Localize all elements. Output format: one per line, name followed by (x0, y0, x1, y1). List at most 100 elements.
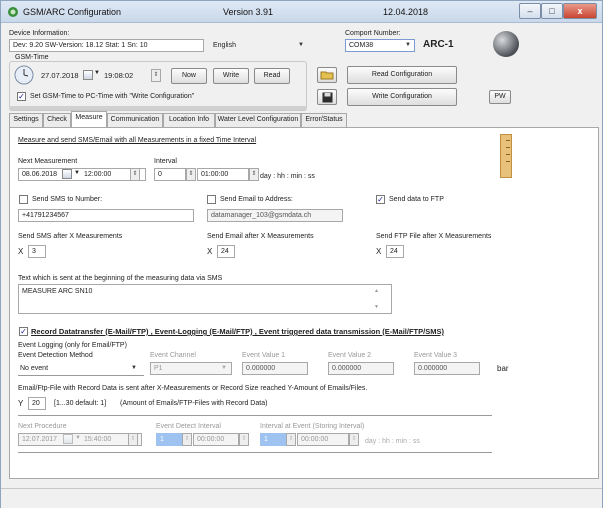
send-email-checkbox[interactable] (207, 195, 216, 204)
record-divider (18, 415, 492, 416)
tab-communication[interactable]: Communication (107, 113, 163, 127)
spin-arrows-icon[interactable]: ⇕ (128, 433, 138, 446)
bottom-divider (18, 452, 492, 453)
detect-interval-label: Event Detect Interval (156, 423, 221, 430)
write-configuration-button[interactable]: Write Configuration (347, 88, 457, 106)
email-after-field[interactable]: 24 (217, 245, 235, 258)
scroll-down-icon[interactable]: ▼ (374, 304, 379, 310)
event-logging-label: Event Logging (only for Email/FTP) (18, 342, 127, 349)
tab-location-info[interactable]: Location Info (163, 113, 215, 127)
interval-unit-label: day : hh : min : ss (260, 173, 315, 180)
spin-arrows-icon[interactable]: ⇕ (151, 69, 161, 82)
next-procedure-date: 12.07.2017 (22, 436, 58, 443)
calendar-icon[interactable] (83, 70, 93, 80)
tab-measure[interactable]: Measure (71, 111, 107, 127)
spin-arrows-icon[interactable]: ⇕ (239, 433, 249, 446)
floppy-save-icon (322, 92, 332, 103)
tab-check[interactable]: Check (43, 113, 71, 127)
close-button[interactable]: x (563, 3, 597, 19)
chevron-down-icon[interactable]: ▼ (94, 70, 100, 76)
comport-select[interactable]: COM38 ▼ (345, 39, 415, 52)
y-symbol: Y (18, 399, 24, 408)
device-info-field: Dev: 9.20 SW-Version: 18.12 Stat: 1 Sn: … (9, 39, 204, 52)
spin-arrows-icon[interactable]: ⇕ (130, 168, 140, 181)
record-heading-text: Record Datatransfer (E-Mail/FTP) , Event… (31, 327, 444, 336)
next-procedure-time[interactable]: 15:40:00 (84, 436, 111, 443)
sms-text-value: MEASURE ARC SN10 (22, 288, 93, 295)
device-info-label: Device Information: (9, 30, 70, 37)
storing-unit-label: day : hh : min : ss (365, 438, 420, 445)
event-value1-field[interactable]: 0.000000 (242, 362, 308, 375)
event-channel-select[interactable]: P1 ▼ (150, 362, 232, 375)
ftp-after-field[interactable]: 24 (386, 245, 404, 258)
now-button[interactable]: Now (171, 68, 207, 84)
password-button[interactable]: PW (489, 90, 511, 104)
sms-text-field[interactable]: MEASURE ARC SN10 (18, 284, 392, 314)
sync-time-checkbox[interactable]: ✓ (17, 92, 26, 101)
y-amount-field[interactable]: 20 (28, 397, 46, 410)
event-channel-label: Event Channel (150, 352, 196, 359)
detect-days-field[interactable]: 1 (156, 433, 182, 446)
spin-arrows-icon[interactable]: ⇕ (349, 433, 359, 446)
spin-arrows-icon[interactable]: ⇕ (186, 168, 196, 181)
event-unit-label: bar (497, 364, 509, 373)
tab-water-level-configuration[interactable]: Water Level Configuration (215, 113, 301, 127)
language-select[interactable]: English ▼ (209, 39, 309, 52)
clock-icon (14, 65, 34, 85)
gsm-date[interactable]: 27.07.2018 (41, 71, 79, 80)
spin-arrows-icon[interactable]: ⇕ (249, 168, 259, 181)
event-value2-field[interactable]: 0.000000 (328, 362, 394, 375)
maximize-button[interactable]: □ (541, 3, 563, 19)
record-heading: Record Datatransfer (E-Mail/FTP) , Event… (31, 327, 444, 336)
event-method-select[interactable]: No event ▼ (18, 362, 144, 375)
chevron-down-icon[interactable]: ▼ (74, 170, 80, 176)
next-measurement-time[interactable]: 12:00:00 (84, 171, 111, 178)
chevron-down-icon: ▼ (405, 42, 411, 48)
chevron-down-icon: ▼ (131, 365, 137, 371)
sms-number-field[interactable]: +41791234567 (18, 209, 194, 222)
interval-days-field[interactable]: 0 (154, 168, 186, 181)
measure-heading: Measure and send SMS/Email with all Meas… (18, 137, 257, 144)
chevron-down-icon: ▼ (298, 42, 304, 48)
open-config-button[interactable] (317, 67, 337, 83)
write-time-button[interactable]: Write (213, 68, 249, 84)
send-sms-checkbox[interactable] (19, 195, 28, 204)
storing-days-field[interactable]: 1 (260, 433, 286, 446)
read-configuration-button[interactable]: Read Configuration (347, 66, 457, 84)
comport-label: Comport Number: (345, 30, 401, 37)
event-method-label: Event Detection Method (18, 352, 93, 359)
record-datatransfer-checkbox[interactable]: ✓ (19, 327, 28, 336)
send-email-label: Send Email to Address: (220, 196, 293, 203)
spin-arrows-icon[interactable]: ⇕ (182, 433, 192, 446)
sms-after-label: Send SMS after X Measurements (18, 233, 123, 240)
calendar-icon[interactable] (62, 169, 72, 179)
tab-settings[interactable]: Settings (9, 113, 43, 127)
interval-label: Interval (154, 158, 177, 165)
calendar-icon[interactable] (63, 434, 73, 444)
next-measurement-field[interactable]: 08.06.2018 (18, 168, 146, 181)
window-version: Version 3.91 (223, 7, 274, 17)
detect-time-field[interactable]: 00:00:00 (193, 433, 239, 446)
storing-time-field[interactable]: 00:00:00 (297, 433, 349, 446)
globe-icon (493, 31, 519, 57)
scroll-up-icon[interactable]: ▲ (374, 288, 379, 294)
sms-after-field[interactable]: 3 (28, 245, 46, 258)
ftp-after-x: X (376, 247, 382, 256)
chevron-down-icon[interactable]: ▼ (75, 435, 81, 441)
interval-time-field[interactable]: 01:00:00 (197, 168, 249, 181)
event-value1-label: Event Value 1 (242, 352, 286, 359)
gsm-time[interactable]: 19:08:02 (104, 71, 133, 80)
email-address-field[interactable]: datamanager_103@gsmdata.ch (207, 209, 343, 222)
tab-error-status[interactable]: Error/Status (301, 113, 347, 127)
email-after-x: X (207, 247, 213, 256)
spin-arrows-icon[interactable]: ⇕ (286, 433, 296, 446)
event-value3-field[interactable]: 0.000000 (414, 362, 480, 375)
minimize-button[interactable]: – (519, 3, 541, 19)
event-channel-value: P1 (154, 365, 163, 372)
read-time-button[interactable]: Read (254, 68, 290, 84)
application-window: GSM/ARC Configuration Version 3.91 12.04… (0, 0, 603, 508)
y-desc-label: (Amount of Emails/FTP-Files with Record … (120, 400, 268, 407)
save-config-button[interactable] (317, 89, 337, 105)
send-ftp-checkbox[interactable]: ✓ (376, 195, 385, 204)
chevron-down-icon: ▼ (221, 365, 227, 371)
